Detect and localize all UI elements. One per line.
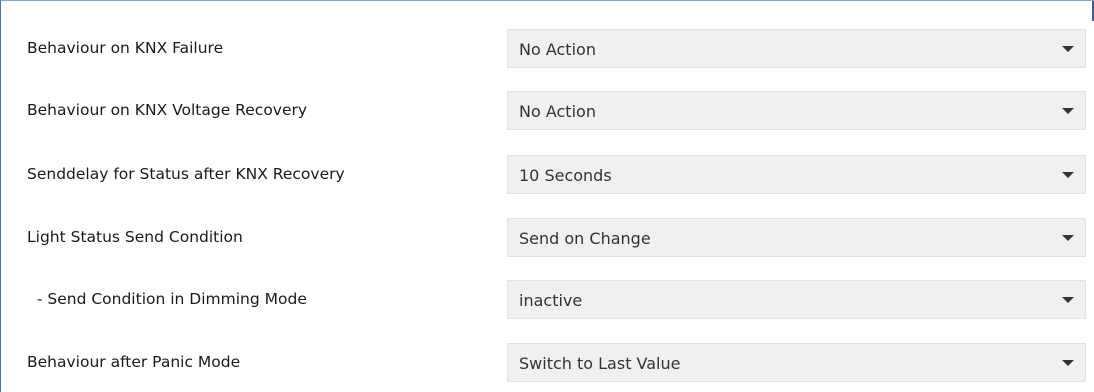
setting-label: - Send Condition in Dimming Mode: [27, 290, 307, 308]
setting-label: Senddelay for Status after KNX Recovery: [27, 165, 345, 183]
setting-label: Behaviour after Panic Mode: [27, 353, 241, 371]
dropdown-selected-value: Send on Change: [519, 229, 651, 248]
chevron-down-icon: [1062, 108, 1074, 114]
dropdown-selected-value: inactive: [519, 291, 583, 310]
dropdown-selected-value: Switch to Last Value: [519, 354, 681, 373]
dropdown-selected-value: No Action: [519, 40, 596, 59]
voltage-recovery-behaviour-dropdown[interactable]: No Action: [507, 91, 1086, 130]
dropdown-selected-value: No Action: [519, 102, 596, 121]
chevron-down-icon: [1062, 46, 1074, 52]
setting-row-light-status: Light Status Send Condition Send on Chan…: [1, 218, 1094, 257]
dropdown-selected-value: 10 Seconds: [519, 166, 612, 185]
setting-label: Behaviour on KNX Voltage Recovery: [27, 101, 308, 119]
setting-row-voltage-recovery: Behaviour on KNX Voltage Recovery No Act…: [1, 91, 1094, 130]
knx-failure-behaviour-dropdown[interactable]: No Action: [507, 29, 1086, 68]
chevron-down-icon: [1062, 360, 1074, 366]
setting-row-knx-failure: Behaviour on KNX Failure No Action: [1, 29, 1094, 68]
setting-label: Behaviour on KNX Failure: [27, 39, 224, 57]
dimming-mode-send-condition-dropdown[interactable]: inactive: [507, 280, 1086, 319]
setting-row-dimming-mode: - Send Condition in Dimming Mode inactiv…: [1, 280, 1094, 319]
panic-mode-behaviour-dropdown[interactable]: Switch to Last Value: [507, 343, 1086, 382]
status-send-delay-dropdown[interactable]: 10 Seconds: [507, 155, 1086, 194]
chevron-down-icon: [1062, 172, 1074, 178]
chevron-down-icon: [1062, 235, 1074, 241]
parameter-panel: Behaviour on KNX Failure No Action Behav…: [0, 0, 1094, 392]
setting-label: Light Status Send Condition: [27, 228, 243, 246]
setting-row-panic-mode: Behaviour after Panic Mode Switch to Las…: [1, 343, 1094, 382]
light-status-send-condition-dropdown[interactable]: Send on Change: [507, 218, 1086, 257]
chevron-down-icon: [1062, 297, 1074, 303]
setting-row-send-delay: Senddelay for Status after KNX Recovery …: [1, 155, 1094, 194]
